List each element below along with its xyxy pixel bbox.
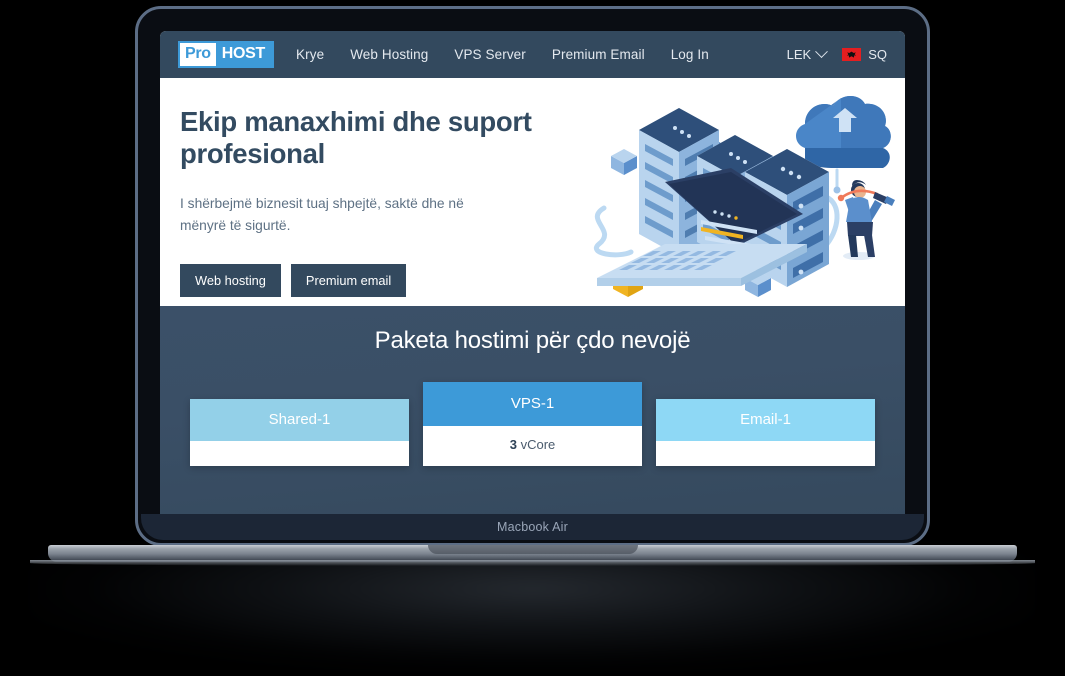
pricing-card-vps-1-spec-value: 3 xyxy=(509,437,517,452)
hero-heading: Ekip manaxhimi dhe suport profesional xyxy=(180,106,532,170)
chevron-down-icon xyxy=(815,45,829,59)
pricing-card-shared-1-body xyxy=(190,441,409,466)
nav-item-vps-server[interactable]: VPS Server xyxy=(454,47,526,62)
pricing-card-vps-1-spec-label: vCore xyxy=(520,437,556,452)
currency-selector[interactable]: LEK xyxy=(786,45,829,62)
site-logo[interactable]: Pro HOST xyxy=(178,41,275,68)
pricing-cards: Shared-1 VPS-1 3 vCore Email-1 xyxy=(160,382,905,466)
currency-label: LEK xyxy=(786,47,812,62)
laptop-screen: Pro HOST Krye Web Hosting VPS Server Pre… xyxy=(160,31,905,521)
albania-flag-icon xyxy=(842,48,862,61)
pricing-card-email-1[interactable]: Email-1 xyxy=(656,399,875,466)
pricing-title: Paketa hostimi për çdo nevojë xyxy=(374,327,691,354)
pricing-card-vps-1-title: VPS-1 xyxy=(423,382,642,426)
laptop-device-frame: Pro HOST Krye Web Hosting VPS Server Pre… xyxy=(135,6,930,546)
nav-item-web-hosting[interactable]: Web Hosting xyxy=(350,47,428,62)
language-selector[interactable]: SQ xyxy=(842,47,887,62)
pricing-card-vps-1-body: 3 vCore xyxy=(423,426,642,466)
pricing-card-email-1-title: Email-1 xyxy=(656,399,875,441)
hero-premium-email-button[interactable]: Premium email xyxy=(290,263,407,297)
hero-web-hosting-button[interactable]: Web hosting xyxy=(180,263,281,297)
hero-subtext: I shërbejmë biznesit tuaj shpejtë, saktë… xyxy=(180,195,464,234)
site-navbar: Pro HOST Krye Web Hosting VPS Server Pre… xyxy=(160,31,905,78)
pricing-section: Paketa hostimi për çdo nevojë Shared-1 V… xyxy=(160,306,905,521)
server-cloud-hosting-illustration xyxy=(593,95,895,297)
logo-text-pro: Pro xyxy=(180,43,216,66)
pricing-card-vps-1[interactable]: VPS-1 3 vCore xyxy=(423,382,642,466)
pricing-card-email-1-body xyxy=(656,441,875,466)
pricing-card-shared-1[interactable]: Shared-1 xyxy=(190,399,409,466)
laptop-base-edge xyxy=(30,560,1035,566)
pricing-card-shared-1-title: Shared-1 xyxy=(190,399,409,441)
hero-section: Ekip manaxhimi dhe suport profesional I … xyxy=(160,78,905,306)
nav-item-krye[interactable]: Krye xyxy=(296,47,324,62)
logo-text-host: HOST xyxy=(215,43,273,66)
nav-item-log-in[interactable]: Log In xyxy=(671,47,709,62)
device-model-label: Macbook Air xyxy=(141,514,924,540)
language-label: SQ xyxy=(868,47,887,62)
primary-nav: Krye Web Hosting VPS Server Premium Emai… xyxy=(296,47,709,62)
navbar-right-controls: LEK SQ xyxy=(786,45,887,62)
nav-item-premium-email[interactable]: Premium Email xyxy=(552,47,645,62)
browser-viewport: Pro HOST Krye Web Hosting VPS Server Pre… xyxy=(160,31,905,521)
